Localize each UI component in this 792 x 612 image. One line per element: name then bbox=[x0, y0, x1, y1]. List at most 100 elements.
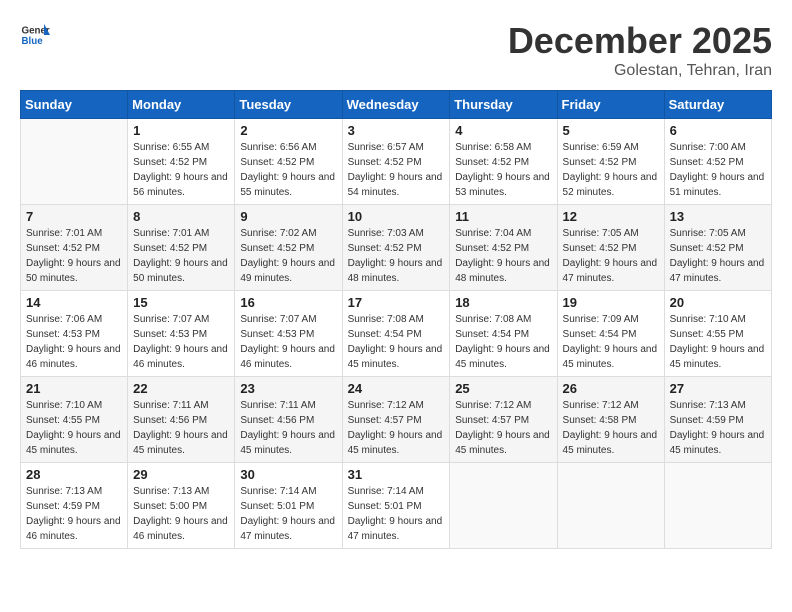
calendar-cell: 16 Sunrise: 7:07 AMSunset: 4:53 PMDayligh… bbox=[235, 291, 342, 377]
calendar-cell bbox=[450, 463, 557, 549]
calendar-cell: 27Sunrise: 7:13 AMSunset: 4:59 PMDayligh… bbox=[664, 377, 771, 463]
calendar-cell: 19Sunrise: 7:09 AMSunset: 4:54 PMDayligh… bbox=[557, 291, 664, 377]
day-number: 21 bbox=[26, 381, 122, 396]
day-number: 22 bbox=[133, 381, 229, 396]
day-info: Sunrise: 7:07 AMSunset: 4:53 PMDaylight:… bbox=[240, 312, 336, 372]
day-info: Sunrise: 6:56 AMSunset: 4:52 PMDaylight:… bbox=[240, 140, 336, 200]
calendar-cell: 9 Sunrise: 7:02 AMSunset: 4:52 PMDaylight… bbox=[235, 205, 342, 291]
day-number: 8 bbox=[133, 209, 229, 224]
calendar-cell: 18 Sunrise: 7:08 AMSunset: 4:54 PMDayligh… bbox=[450, 291, 557, 377]
col-header-wednesday: Wednesday bbox=[342, 91, 450, 119]
calendar-cell: 10 Sunrise: 7:03 AMSunset: 4:52 PMDayligh… bbox=[342, 205, 450, 291]
day-number: 17 bbox=[348, 295, 445, 310]
calendar-table: SundayMondayTuesdayWednesdayThursdayFrid… bbox=[20, 90, 772, 549]
day-number: 31 bbox=[348, 467, 445, 482]
day-number: 11 bbox=[455, 209, 551, 224]
title-block: December 2025 Golestan, Tehran, Iran bbox=[508, 20, 772, 80]
calendar-cell: 28 Sunrise: 7:13 AMSunset: 4:59 PMDayligh… bbox=[21, 463, 128, 549]
col-header-friday: Friday bbox=[557, 91, 664, 119]
day-info: Sunrise: 7:14 AMSunset: 5:01 PMDaylight:… bbox=[240, 484, 336, 544]
day-info: Sunrise: 7:13 AMSunset: 4:59 PMDaylight:… bbox=[26, 484, 122, 544]
day-number: 5 bbox=[563, 123, 659, 138]
col-header-monday: Monday bbox=[128, 91, 235, 119]
calendar-cell: 22 Sunrise: 7:11 AMSunset: 4:56 PMDayligh… bbox=[128, 377, 235, 463]
calendar-cell bbox=[557, 463, 664, 549]
day-info: Sunrise: 7:02 AMSunset: 4:52 PMDaylight:… bbox=[240, 226, 336, 286]
day-number: 19 bbox=[563, 295, 659, 310]
col-header-saturday: Saturday bbox=[664, 91, 771, 119]
calendar-cell: 13 Sunrise: 7:05 AMSunset: 4:52 PMDayligh… bbox=[664, 205, 771, 291]
day-number: 13 bbox=[670, 209, 766, 224]
calendar-cell bbox=[664, 463, 771, 549]
day-number: 20 bbox=[670, 295, 766, 310]
calendar-cell: 29 Sunrise: 7:13 AMSunset: 5:00 PMDayligh… bbox=[128, 463, 235, 549]
day-number: 2 bbox=[240, 123, 336, 138]
day-number: 30 bbox=[240, 467, 336, 482]
day-info: Sunrise: 7:05 AMSunset: 4:52 PMDaylight:… bbox=[563, 226, 659, 286]
logo-icon: General Blue bbox=[20, 20, 50, 50]
calendar-cell: 3Sunrise: 6:57 AMSunset: 4:52 PMDaylight… bbox=[342, 119, 450, 205]
calendar-week-row: 1 Sunrise: 6:55 AMSunset: 4:52 PMDaylight… bbox=[21, 119, 772, 205]
day-number: 23 bbox=[240, 381, 336, 396]
day-number: 28 bbox=[26, 467, 122, 482]
day-info: Sunrise: 7:00 AMSunset: 4:52 PMDaylight:… bbox=[670, 140, 766, 200]
calendar-cell: 5 Sunrise: 6:59 AMSunset: 4:52 PMDaylight… bbox=[557, 119, 664, 205]
day-info: Sunrise: 7:12 AMSunset: 4:57 PMDaylight:… bbox=[455, 398, 551, 458]
day-info: Sunrise: 6:59 AMSunset: 4:52 PMDaylight:… bbox=[563, 140, 659, 200]
calendar-cell: 26Sunrise: 7:12 AMSunset: 4:58 PMDayligh… bbox=[557, 377, 664, 463]
day-number: 14 bbox=[26, 295, 122, 310]
calendar-cell: 17 Sunrise: 7:08 AMSunset: 4:54 PMDayligh… bbox=[342, 291, 450, 377]
day-info: Sunrise: 7:11 AMSunset: 4:56 PMDaylight:… bbox=[240, 398, 336, 458]
day-number: 18 bbox=[455, 295, 551, 310]
day-number: 7 bbox=[26, 209, 122, 224]
day-number: 4 bbox=[455, 123, 551, 138]
calendar-cell: 14 Sunrise: 7:06 AMSunset: 4:53 PMDayligh… bbox=[21, 291, 128, 377]
day-number: 15 bbox=[133, 295, 229, 310]
calendar-cell: 24 Sunrise: 7:12 AMSunset: 4:57 PMDayligh… bbox=[342, 377, 450, 463]
calendar-cell: 8 Sunrise: 7:01 AMSunset: 4:52 PMDaylight… bbox=[128, 205, 235, 291]
day-number: 24 bbox=[348, 381, 445, 396]
day-info: Sunrise: 7:12 AMSunset: 4:57 PMDaylight:… bbox=[348, 398, 445, 458]
calendar-cell: 11 Sunrise: 7:04 AMSunset: 4:52 PMDayligh… bbox=[450, 205, 557, 291]
calendar-cell: 31Sunrise: 7:14 AMSunset: 5:01 PMDayligh… bbox=[342, 463, 450, 549]
calendar-cell: 30 Sunrise: 7:14 AMSunset: 5:01 PMDayligh… bbox=[235, 463, 342, 549]
day-info: Sunrise: 7:08 AMSunset: 4:54 PMDaylight:… bbox=[348, 312, 445, 372]
calendar-week-row: 14 Sunrise: 7:06 AMSunset: 4:53 PMDayligh… bbox=[21, 291, 772, 377]
day-info: Sunrise: 7:12 AMSunset: 4:58 PMDaylight:… bbox=[563, 398, 659, 458]
calendar-header-row: SundayMondayTuesdayWednesdayThursdayFrid… bbox=[21, 91, 772, 119]
day-info: Sunrise: 7:01 AMSunset: 4:52 PMDaylight:… bbox=[133, 226, 229, 286]
day-info: Sunrise: 7:03 AMSunset: 4:52 PMDaylight:… bbox=[348, 226, 445, 286]
svg-text:Blue: Blue bbox=[22, 36, 44, 47]
calendar-cell: 7 Sunrise: 7:01 AMSunset: 4:52 PMDaylight… bbox=[21, 205, 128, 291]
calendar-week-row: 7 Sunrise: 7:01 AMSunset: 4:52 PMDaylight… bbox=[21, 205, 772, 291]
page-header: General Blue December 2025 Golestan, Teh… bbox=[20, 20, 772, 80]
logo: General Blue bbox=[20, 20, 50, 50]
calendar-cell: 12Sunrise: 7:05 AMSunset: 4:52 PMDayligh… bbox=[557, 205, 664, 291]
day-info: Sunrise: 7:11 AMSunset: 4:56 PMDaylight:… bbox=[133, 398, 229, 458]
day-number: 16 bbox=[240, 295, 336, 310]
day-info: Sunrise: 7:05 AMSunset: 4:52 PMDaylight:… bbox=[670, 226, 766, 286]
day-number: 9 bbox=[240, 209, 336, 224]
day-number: 29 bbox=[133, 467, 229, 482]
day-info: Sunrise: 6:55 AMSunset: 4:52 PMDaylight:… bbox=[133, 140, 229, 200]
day-info: Sunrise: 7:10 AMSunset: 4:55 PMDaylight:… bbox=[26, 398, 122, 458]
day-info: Sunrise: 7:13 AMSunset: 5:00 PMDaylight:… bbox=[133, 484, 229, 544]
day-number: 6 bbox=[670, 123, 766, 138]
day-number: 10 bbox=[348, 209, 445, 224]
day-info: Sunrise: 7:06 AMSunset: 4:53 PMDaylight:… bbox=[26, 312, 122, 372]
day-number: 25 bbox=[455, 381, 551, 396]
location-title: Golestan, Tehran, Iran bbox=[508, 62, 772, 80]
calendar-cell bbox=[21, 119, 128, 205]
day-info: Sunrise: 7:13 AMSunset: 4:59 PMDaylight:… bbox=[670, 398, 766, 458]
day-info: Sunrise: 7:01 AMSunset: 4:52 PMDaylight:… bbox=[26, 226, 122, 286]
day-info: Sunrise: 7:07 AMSunset: 4:53 PMDaylight:… bbox=[133, 312, 229, 372]
month-title: December 2025 bbox=[508, 20, 772, 62]
day-info: Sunrise: 7:04 AMSunset: 4:52 PMDaylight:… bbox=[455, 226, 551, 286]
day-info: Sunrise: 7:08 AMSunset: 4:54 PMDaylight:… bbox=[455, 312, 551, 372]
calendar-cell: 20 Sunrise: 7:10 AMSunset: 4:55 PMDayligh… bbox=[664, 291, 771, 377]
col-header-sunday: Sunday bbox=[21, 91, 128, 119]
day-number: 1 bbox=[133, 123, 229, 138]
day-number: 3 bbox=[348, 123, 445, 138]
day-info: Sunrise: 7:10 AMSunset: 4:55 PMDaylight:… bbox=[670, 312, 766, 372]
calendar-cell: 15 Sunrise: 7:07 AMSunset: 4:53 PMDayligh… bbox=[128, 291, 235, 377]
